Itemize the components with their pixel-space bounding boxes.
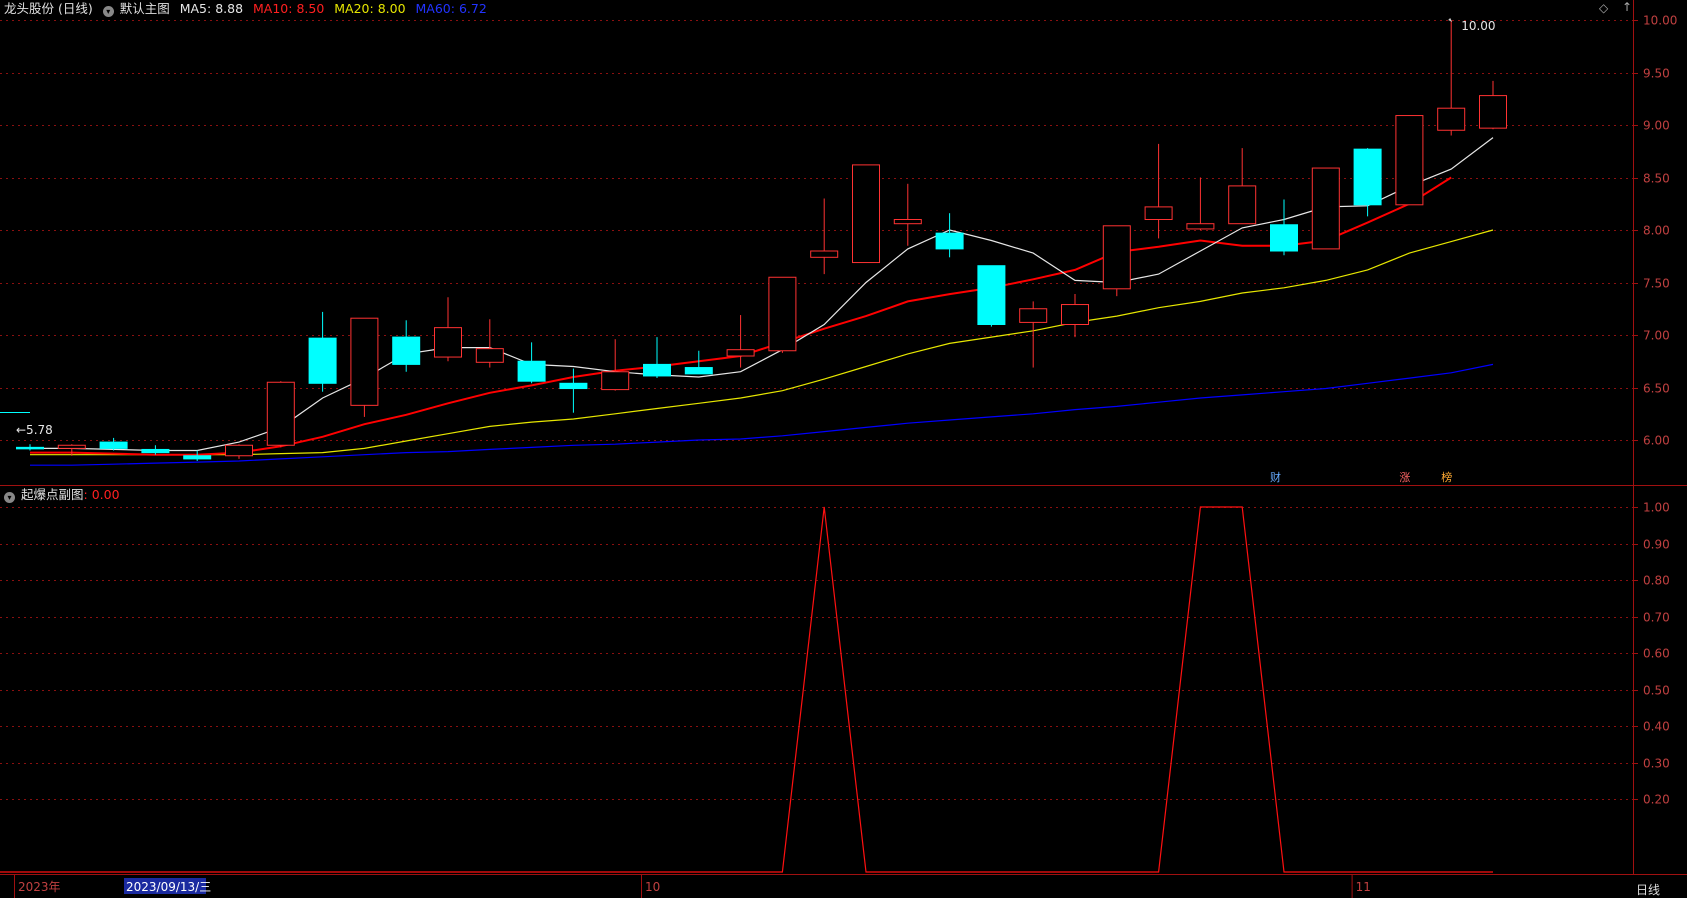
y-tick-label: 9.00	[1643, 119, 1670, 133]
x-axis-label: 10	[645, 880, 660, 894]
candle-body[interactable]	[1270, 224, 1298, 252]
candle-body[interactable]	[1311, 167, 1340, 250]
sub-chart-label[interactable]: 起爆点副图	[21, 487, 84, 502]
candle-body[interactable]	[308, 337, 337, 384]
low-price-label: ←5.78	[16, 423, 53, 437]
main-chart-label[interactable]: 默认主图	[120, 1, 170, 16]
candle-body[interactable]	[684, 367, 713, 375]
sub-chart-value: : 0.00	[83, 487, 120, 502]
candle-body[interactable]	[517, 360, 546, 382]
y-tick-label: 8.00	[1643, 224, 1670, 238]
signal-line	[30, 506, 1493, 873]
y-tick-label: 7.50	[1643, 277, 1670, 291]
candle-body[interactable]	[643, 363, 671, 377]
y-tick-label: 7.00	[1643, 329, 1670, 343]
ma20-line	[30, 229, 1494, 456]
high-price-label: 10.00	[1461, 19, 1495, 33]
diamond-icon[interactable]: ◇	[1599, 1, 1608, 15]
y-tick-label: 1.00	[1643, 501, 1670, 515]
candle-body[interactable]	[392, 336, 421, 365]
y-tick-label: 0.80	[1643, 574, 1670, 588]
candle-body[interactable]	[852, 164, 880, 264]
candle-body[interactable]	[935, 232, 964, 250]
y-tick-label: 0.70	[1643, 611, 1670, 625]
candle-body[interactable]	[141, 448, 170, 454]
stock-chart-canvas[interactable]: 10.00 9.50 9.00 8.50 8.00 7.50 7.00 6.50 6.00 1.0…	[0, 0, 1687, 898]
candle-body[interactable]	[1019, 308, 1048, 323]
candle-body[interactable]	[475, 348, 504, 363]
candle-body[interactable]	[266, 381, 295, 446]
candle-body[interactable]	[1228, 185, 1257, 225]
candle-body[interactable]	[1437, 107, 1466, 131]
candle-body[interactable]	[225, 444, 253, 457]
candle-body[interactable]	[1061, 304, 1089, 325]
y-tick-label: 9.50	[1643, 67, 1670, 81]
main-chart-header: 龙头股份 (日线) ▾ 默认主图 MA5: 8.88 MA10: 8.50 MA2…	[4, 1, 493, 17]
period-label[interactable]: 日线	[1636, 881, 1660, 898]
candle-body[interactable]	[1395, 115, 1424, 206]
candle-body[interactable]	[350, 317, 379, 406]
sub-chart-header: ▾ 起爆点副图: 0.00	[4, 487, 126, 503]
y-tick-label: 6.50	[1643, 382, 1670, 396]
event-badge: 财	[1270, 470, 1281, 484]
ma5-legend: MA5: 8.88	[179, 1, 244, 16]
x-axis-label: 2023年	[18, 880, 61, 894]
y-tick-label: 0.20	[1643, 793, 1670, 807]
candle-body[interactable]	[893, 219, 922, 225]
x-axis-label: 11	[1356, 880, 1371, 894]
candle-body[interactable]	[726, 349, 755, 357]
ma10-legend: MA10: 8.50	[253, 1, 325, 16]
y-tick-label: 6.00	[1643, 434, 1670, 448]
candle-body[interactable]	[1186, 223, 1215, 230]
candle-body[interactable]	[1102, 225, 1131, 290]
candle-body[interactable]	[559, 382, 588, 390]
y-tick-label: 0.50	[1643, 684, 1670, 698]
event-badge: 榜	[1441, 470, 1452, 484]
candle-body[interactable]	[977, 265, 1006, 326]
candle-body[interactable]	[601, 371, 630, 391]
candle-body[interactable]	[810, 250, 839, 258]
stock-name[interactable]: 龙头股份 (日线)	[4, 1, 93, 16]
candle-body[interactable]	[16, 446, 44, 450]
y-tick-label: 0.30	[1643, 757, 1670, 771]
chevron-down-icon[interactable]: ▾	[4, 492, 15, 503]
ma20-legend: MA20: 8.00	[334, 1, 406, 16]
chevron-down-icon[interactable]: ▾	[102, 6, 114, 17]
candle-body[interactable]	[1479, 95, 1507, 129]
candle-body[interactable]	[183, 455, 212, 460]
candle-body[interactable]	[768, 276, 797, 352]
candle-body[interactable]	[434, 327, 462, 358]
ma60-legend: MA60: 6.72	[415, 1, 487, 16]
x-axis-date-cursor: 2023/09/13/三	[126, 880, 211, 894]
candle-body[interactable]	[57, 444, 86, 449]
up-arrow-icon[interactable]: ↑	[1622, 0, 1632, 14]
y-tick-label: 0.60	[1643, 647, 1670, 661]
candle-body[interactable]	[1144, 206, 1173, 220]
candle-body[interactable]	[1353, 148, 1382, 206]
y-tick-label: 0.40	[1643, 720, 1670, 734]
candle-body[interactable]	[99, 441, 128, 449]
ma5-line	[30, 137, 1494, 452]
y-tick-label: 10.00	[1643, 14, 1677, 28]
y-tick-label: 8.50	[1643, 172, 1670, 186]
event-badge: 涨	[1399, 471, 1410, 484]
y-tick-label: 0.90	[1643, 538, 1670, 552]
